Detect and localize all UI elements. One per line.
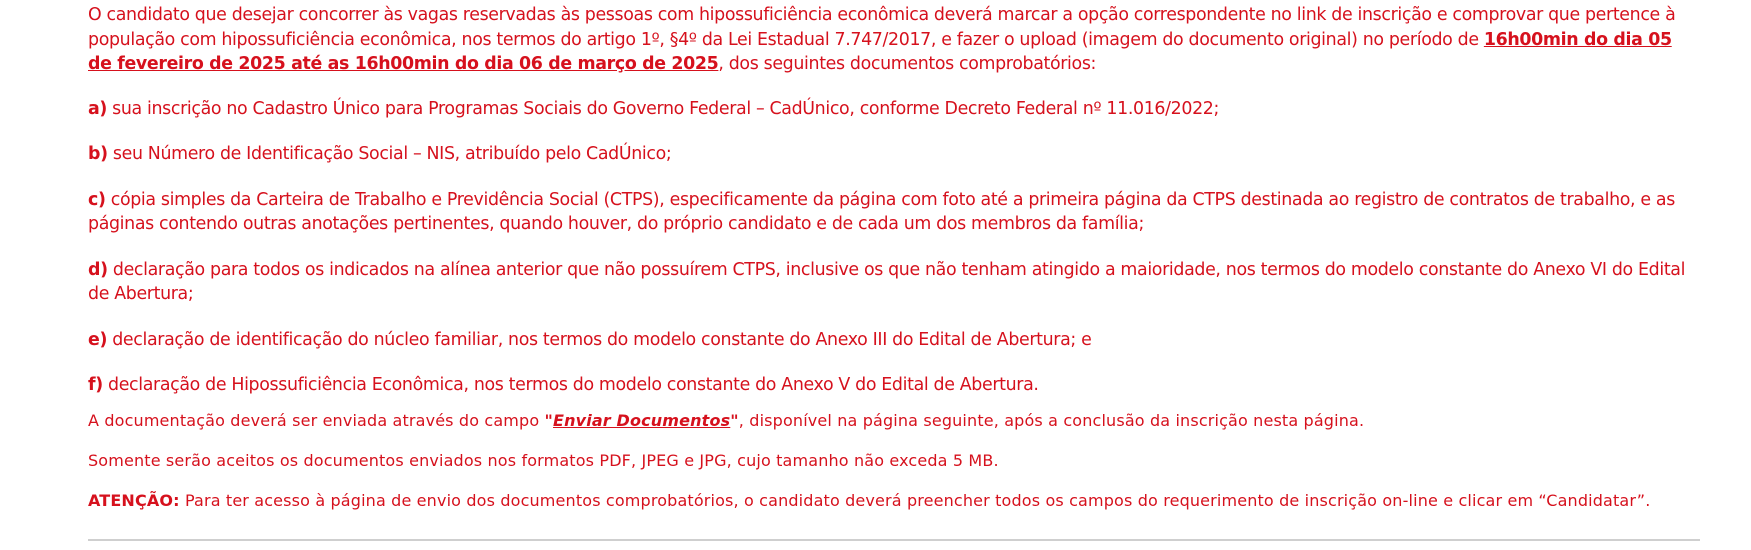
accepted-formats-note: Somente serão aceitos os documentos envi… — [88, 450, 999, 470]
document-item-a: a) sua inscrição no Cadastro Único para … — [88, 97, 1700, 122]
attention-note: ATENÇÃO: Para ter acesso à página de env… — [88, 490, 1700, 512]
upload-instructions: A documentação deverá ser enviada atravé… — [88, 410, 1700, 432]
document-item-c: c) cópia simples da Carteira de Trabalho… — [88, 188, 1700, 237]
intro-text: O candidato que desejar concorrer às vag… — [88, 5, 1676, 50]
quote-open: " — [544, 410, 554, 430]
item-letter: a) — [88, 98, 107, 119]
attention-text: Para ter acesso à página de envio dos do… — [179, 490, 1651, 510]
intro-paragraph: O candidato que desejar concorrer às vag… — [88, 3, 1700, 77]
upload-text: A documentação deverá ser enviada atravé… — [88, 410, 545, 430]
item-letter: f) — [88, 375, 103, 395]
intro-text-end: , dos seguintes documentos comprobatório… — [718, 54, 1097, 74]
item-text: declaração para todos os indicados na al… — [88, 259, 1686, 305]
item-text: cópia simples da Carteira de Trabalho e … — [88, 189, 1675, 235]
item-text: sua inscrição no Cadastro Único para Pro… — [106, 98, 1220, 119]
enviar-documentos-link[interactable]: Enviar Documentos — [553, 411, 730, 430]
hipossuficiencia-notice: O candidato que desejar concorrer às vag… — [88, 3, 1700, 512]
item-text: declaração de Hipossuficiência Econômica… — [102, 375, 1039, 395]
item-letter: e) — [88, 329, 108, 350]
item-text: declaração de identificação do núcleo fa… — [107, 329, 1092, 350]
quote-close: " — [730, 410, 739, 430]
upload-text-end: , disponível na página seguinte, após a … — [738, 410, 1365, 430]
item-letter: d) — [88, 259, 108, 280]
item-text: seu Número de Identificação Social – NIS… — [107, 144, 672, 164]
item-letter: b) — [88, 144, 108, 164]
document-item-f: f) declaração de Hipossuficiência Econôm… — [88, 373, 1700, 398]
document-item-d: d) declaração para todos os indicados na… — [88, 258, 1700, 307]
document-item-e: e) declaração de identificação do núcleo… — [88, 328, 1700, 353]
document-item-b: b) seu Número de Identificação Social – … — [88, 142, 1700, 167]
section-divider — [88, 539, 1700, 541]
attention-label: ATENÇÃO: — [88, 490, 180, 510]
item-letter: c) — [88, 189, 106, 210]
